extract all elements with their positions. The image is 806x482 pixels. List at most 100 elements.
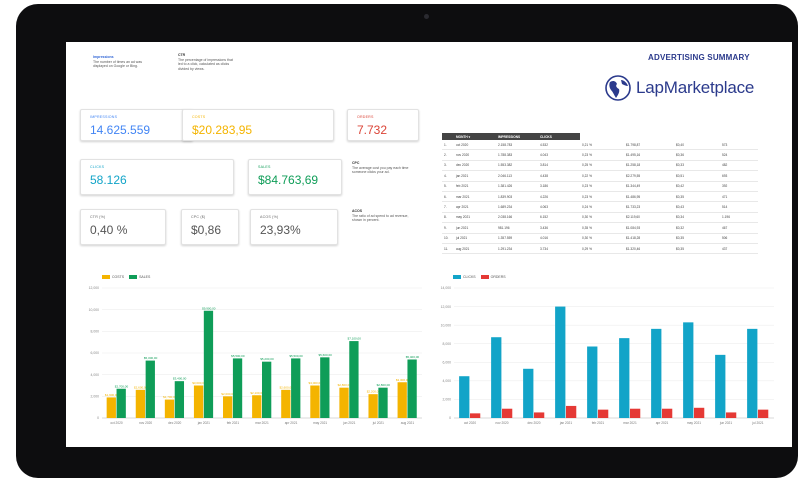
table-cell: 1.788.383 <box>496 149 538 161</box>
bar-value-label: $5,500,00 <box>231 354 245 358</box>
kpi-costs-label: COSTS <box>192 115 206 119</box>
table-row[interactable]: 10. jul 2021 1.357.559 4.016 0,30 % $1.418,28… <box>442 233 758 244</box>
kpi-ctr-label: CTR (%) <box>90 215 106 219</box>
bar-orders <box>630 408 641 418</box>
bar-orders <box>694 407 705 418</box>
bar-costs <box>368 394 378 418</box>
table-cell: 3. <box>442 160 454 172</box>
x-tick-label: nov 2020 <box>139 421 152 425</box>
table-cell: 0,23 % <box>580 149 624 161</box>
table-row[interactable]: 2. nov 2020 1.788.383 4.043 0,23 % $1.495,16 $… <box>442 149 758 161</box>
y-tick-label: 12,000 <box>441 305 451 309</box>
table-cell: 0,35 % <box>580 222 624 234</box>
bar-orders <box>502 408 513 418</box>
table-row[interactable]: 3. dec 2020 1.553.382 3.814 0,25 % $1.258,18 $… <box>442 160 758 172</box>
impressions-note-text: The number of times an ad was displayed … <box>93 59 143 69</box>
table-row[interactable]: 4. jan 2021 2.046.113 4.438 0,22 % $2.279,55 $… <box>442 170 758 182</box>
table-cell: $0,51 <box>674 170 720 182</box>
table-cell: $2.119,60 <box>624 212 674 224</box>
table-row[interactable]: 5. feb 2021 1.381.426 3.186 0,23 % $1.344,49 $… <box>442 181 758 192</box>
table-cell: apr 2021 <box>454 201 496 213</box>
kpi-cpc-card: CPC ($) $0,86 <box>181 209 239 245</box>
table-cell: 0,25 % <box>580 160 624 172</box>
table-cell: 1.196 <box>720 212 758 224</box>
kpi-impressions-label: IMPRESSIONS <box>90 115 118 119</box>
table-cell: $0,33 <box>674 160 720 172</box>
table-cell: $1.344,49 <box>624 181 674 192</box>
y-tick-label: 14,000 <box>441 286 451 290</box>
bar-costs <box>135 389 146 418</box>
bar-value-label: $5,200,00 <box>260 357 274 361</box>
clicks-orders-bar-chart: 0 2,000 4,000 6,000 8,000 10,000 12,000 14,000 o… <box>441 286 774 425</box>
kpi-ctr-card: CTR (%) 0,40 % <box>80 209 166 245</box>
y-tick-label: 2,000 <box>443 398 452 402</box>
legend-clicks: CLICKS <box>453 275 476 279</box>
bar-sales <box>116 388 126 418</box>
table-cell: 693 <box>720 170 758 182</box>
legend-clicks-swatch <box>453 275 461 279</box>
table-row[interactable]: 8. may 2021 2.038.166 6.152 0,30 % $2.119,60 $… <box>442 212 758 224</box>
y-tick-label: 8,000 <box>91 330 100 334</box>
y-tick-label: 0 <box>449 416 451 420</box>
x-tick-label: jul 2021 <box>372 421 384 425</box>
table-cell: 0,29 % <box>580 243 624 255</box>
bar-costs <box>164 399 175 418</box>
table-row[interactable]: 11. aug 2021 1.291.234 3.734 0,29 % $1.320,46… <box>442 243 758 255</box>
legend-clicks-label: CLICKS <box>463 275 476 279</box>
globe-icon <box>605 75 631 101</box>
table-cell: nov 2020 <box>454 149 496 161</box>
table-cell: 6. <box>442 191 454 203</box>
table-cell: 1.839.903 <box>496 191 538 203</box>
y-tick-label: 6,000 <box>91 351 100 355</box>
table-cell: 514 <box>720 201 758 213</box>
table-cell: 4.226 <box>538 191 580 203</box>
table-cell: $0,34 <box>674 212 720 224</box>
table-cell: dec 2020 <box>454 160 496 172</box>
x-tick-label: dec 2020 <box>527 421 540 425</box>
kpi-orders-value: 7.732 <box>357 123 388 137</box>
legend-sales-swatch <box>129 275 138 279</box>
table-row[interactable]: 6. mar 2021 1.839.903 4.226 0,23 % $1.486,95 $… <box>442 191 758 203</box>
table-header-col7 <box>720 133 758 140</box>
table-cell: $1.798,87 <box>624 140 674 151</box>
table-cell: $0,35 <box>674 191 720 203</box>
bar-orders <box>662 408 673 418</box>
x-tick-label: jun 2021 <box>342 421 355 425</box>
table-cell: 1.553.382 <box>496 160 538 172</box>
table-row[interactable]: 1. oct 2020 2.158.783 4.532 0,21 % $1.798,87 $… <box>442 140 758 151</box>
table-cell: 4. <box>442 170 454 182</box>
x-tick-label: nov 2020 <box>495 421 508 425</box>
table-cell: mar 2021 <box>454 191 496 203</box>
bar-orders <box>598 409 609 418</box>
kpi-costs-card: COSTS $20.283,95 <box>182 109 334 141</box>
table-row[interactable]: 9. jun 2021 981.196 3.436 0,35 % $1.084,93 $0,… <box>442 222 758 234</box>
bar-value-label: $5,600,00 <box>318 353 332 357</box>
y-tick-label: 2,000 <box>91 395 100 399</box>
table-row[interactable]: 7. apr 2021 1.689.234 4.063 0,24 % $1.733,23 $… <box>442 201 758 213</box>
table-header-clicks[interactable]: CLICKS <box>538 133 580 140</box>
bar-sales <box>203 310 214 418</box>
monthly-metrics-table: MONTH ▾ IMPRESSIONS CLICKS 1. oct 2020 2.1… <box>442 133 758 255</box>
table-cell: jan 2021 <box>454 170 496 182</box>
bar-costs <box>281 389 291 418</box>
bar-sales <box>349 341 359 418</box>
table-cell: $0,42 <box>674 181 720 192</box>
x-tick-label: jan 2021 <box>197 421 210 425</box>
table-header-impressions[interactable]: IMPRESSIONS <box>496 133 538 140</box>
x-tick-label: oct 2020 <box>464 421 476 425</box>
table-cell: 4.438 <box>538 170 580 182</box>
x-tick-label: feb 2021 <box>227 421 240 425</box>
kpi-orders-label: ORDERS <box>357 115 374 119</box>
table-cell: 437 <box>720 243 758 255</box>
y-tick-label: 10,000 <box>441 323 451 327</box>
table-cell: jun 2021 <box>454 222 496 234</box>
x-tick-label: mar 2021 <box>623 421 637 425</box>
table-header-month[interactable]: MONTH ▾ <box>454 133 496 140</box>
x-tick-label: aug 2021 <box>401 421 415 425</box>
x-tick-label: dec 2020 <box>168 421 181 425</box>
bar-value-label: $2,700,00 <box>115 384 129 388</box>
table-cell: 2.038.166 <box>496 212 538 224</box>
table-cell: $0,40 <box>674 140 720 151</box>
table-cell: 0,24 % <box>580 201 624 213</box>
x-tick-label: jan 2021 <box>559 421 572 425</box>
